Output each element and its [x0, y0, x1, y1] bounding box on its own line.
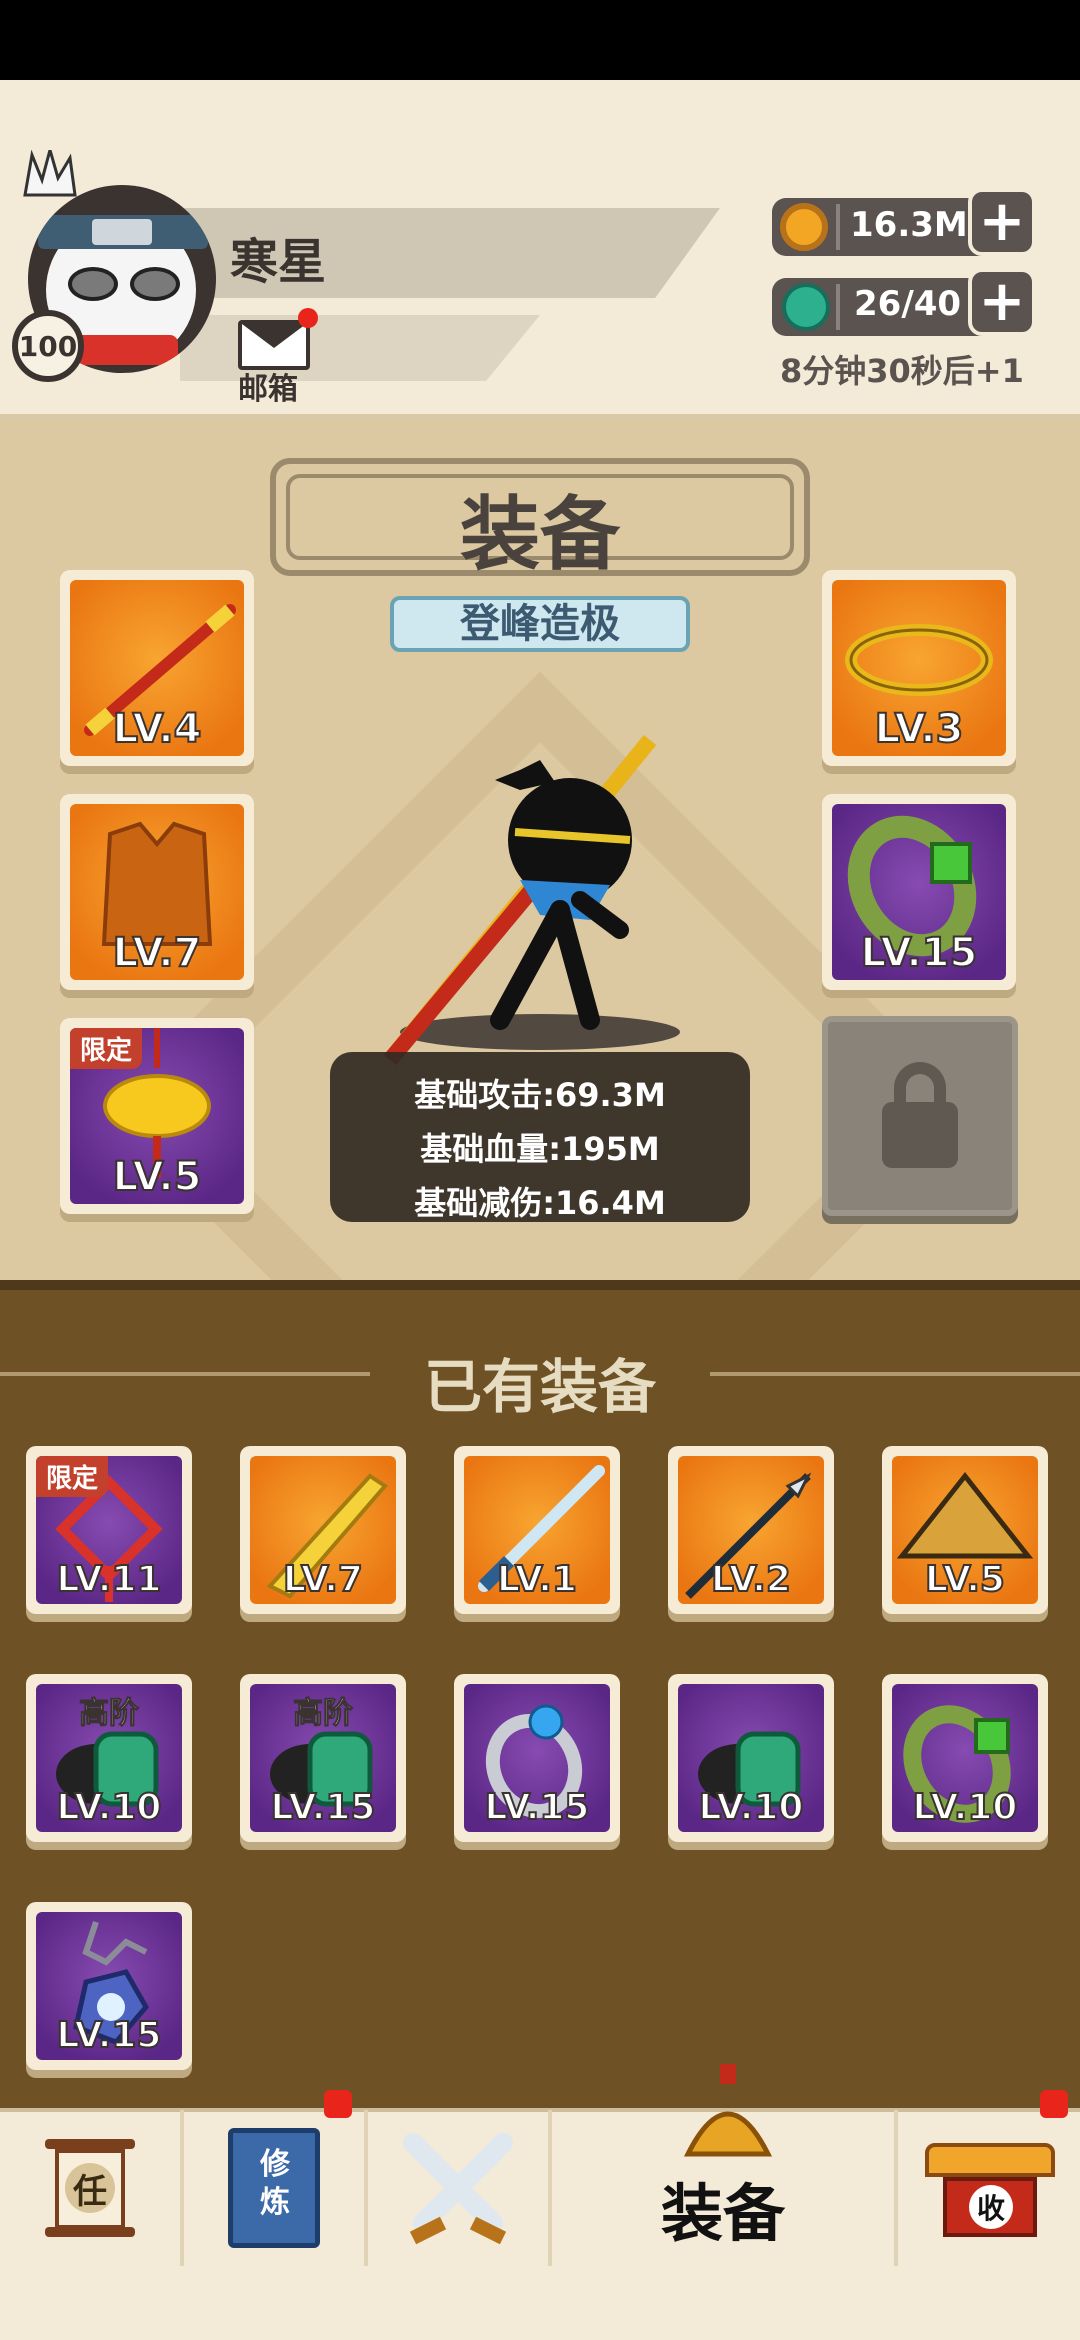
hair-tuft-icon	[23, 150, 77, 197]
owned-item[interactable]: LV.5	[882, 1446, 1048, 1614]
item-level: LV.11	[56, 1558, 163, 1601]
training-book-icon: 修 炼	[228, 2128, 320, 2248]
coin-icon	[780, 203, 828, 251]
add-energy-button[interactable]: +	[968, 268, 1036, 336]
collect-notification-dot	[1040, 2090, 1068, 2118]
item-level: LV.2	[710, 1558, 792, 1601]
coin-divider	[836, 204, 840, 250]
item-level: LV.1	[496, 1558, 578, 1601]
mail-icon[interactable]	[238, 320, 310, 370]
owned-item[interactable]: LV.10	[668, 1674, 834, 1842]
owned-item[interactable]: LV.1	[454, 1446, 620, 1614]
item-level: LV.7	[282, 1558, 364, 1601]
energy-regen-timer: 8分钟30秒后+1	[780, 352, 1024, 390]
item-level: LV.15	[270, 1786, 377, 1829]
item-level: LV.15	[56, 2014, 163, 2057]
limited-badge: 限定	[36, 1456, 109, 1497]
player-level-badge: 100	[12, 310, 84, 382]
stickman-hero	[383, 734, 657, 1066]
energy-drop-icon	[782, 283, 830, 331]
bottom-strip	[0, 2268, 1080, 2340]
owned-item[interactable]: LV.15	[454, 1674, 620, 1842]
item-level: LV.5	[924, 1558, 1006, 1601]
item-level: LV.10	[56, 1786, 163, 1829]
item-level: LV.15	[484, 1786, 591, 1829]
slot-level: LV.5	[112, 1153, 203, 1201]
equip-slot-bracer[interactable]: LV.15	[822, 794, 1016, 990]
nav-collect[interactable]: 收	[898, 2110, 1080, 2266]
stat-damage-reduction: 基础减伤:16.4M	[414, 1184, 666, 1222]
coin-amount: 16.3M	[850, 205, 968, 245]
energy-divider	[836, 284, 840, 330]
equip-slot-weapon[interactable]: LV.4	[60, 570, 254, 766]
nav-battle[interactable]	[368, 2110, 552, 2266]
nav-tasks[interactable]: 任	[0, 2110, 184, 2266]
mail-banner	[180, 315, 540, 381]
crossed-swords-icon	[403, 2133, 513, 2245]
owned-item[interactable]: 限定 LV.11	[26, 1446, 192, 1614]
nav-equipment-active[interactable]: 装备	[552, 2064, 898, 2266]
player-name: 寒星	[230, 234, 327, 290]
slot-level: LV.4	[112, 705, 203, 753]
lock-body	[882, 1102, 958, 1168]
nav-training[interactable]: 修 炼	[184, 2110, 368, 2266]
owned-item[interactable]: LV.10	[882, 1674, 1048, 1842]
limited-badge: 限定	[70, 1028, 143, 1069]
helmet-icon	[683, 2064, 773, 2157]
owned-item[interactable]: LV.15	[26, 1902, 192, 2070]
stat-health: 基础血量:195M	[420, 1130, 660, 1168]
owned-title: 已有装备	[423, 1353, 656, 1421]
training-notification-dot	[324, 2090, 352, 2118]
base-stats-box: 基础攻击:69.3M 基础血量:195M 基础减伤:16.4M	[330, 1052, 750, 1222]
nav-equipment-label: 装备	[660, 2177, 785, 2250]
owned-item[interactable]: LV.7	[240, 1446, 406, 1614]
owned-item[interactable]: 高阶 LV.15	[240, 1674, 406, 1842]
owned-item[interactable]: LV.2	[668, 1446, 834, 1614]
slot-level: LV.15	[860, 929, 979, 977]
item-level: LV.10	[912, 1786, 1019, 1829]
pavilion-icon: 收	[925, 2133, 1055, 2243]
owned-item[interactable]: 高阶 LV.10	[26, 1674, 192, 1842]
equip-slot-armor[interactable]: LV.7	[60, 794, 254, 990]
energy-amount: 26/40	[854, 284, 962, 324]
advanced-tag: 高阶	[293, 1696, 354, 1732]
item-level: LV.10	[698, 1786, 805, 1829]
equip-slot-headband[interactable]: LV.3	[822, 570, 1016, 766]
stat-attack: 基础攻击:69.3M	[414, 1076, 666, 1114]
task-scroll-icon: 任	[65, 2163, 115, 2213]
slot-level: LV.7	[112, 929, 203, 977]
advanced-tag: 高阶	[79, 1696, 140, 1732]
equip-title: 装备	[460, 488, 620, 581]
mail-notification-dot	[298, 308, 318, 328]
mail-label[interactable]: 邮箱	[238, 364, 298, 408]
rank-label: 登峰造极	[460, 601, 620, 647]
add-coins-button[interactable]: +	[968, 188, 1036, 256]
status-bar	[0, 0, 1080, 80]
slot-level: LV.3	[874, 705, 965, 753]
equip-slot-accessory[interactable]: 限定 LV.5	[60, 1018, 254, 1214]
equip-slot-locked[interactable]	[822, 1016, 1018, 1216]
